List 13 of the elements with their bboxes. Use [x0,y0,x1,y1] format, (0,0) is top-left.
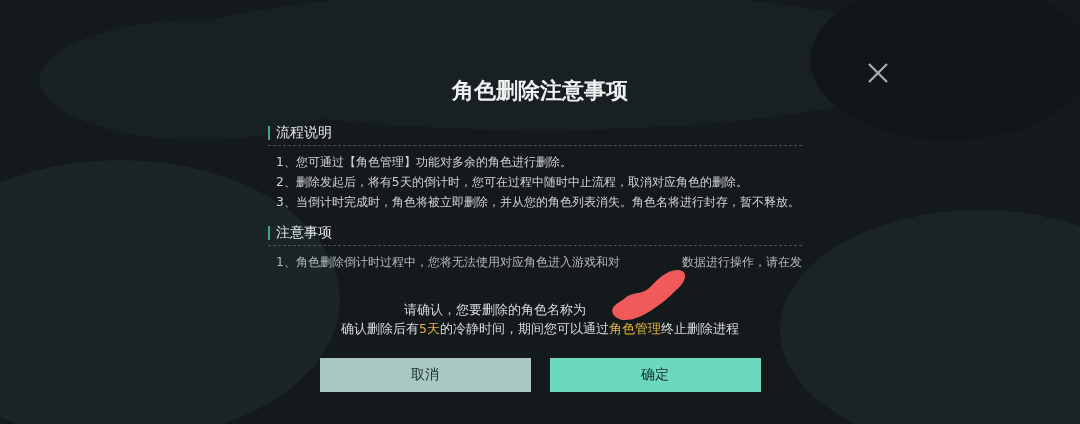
close-icon[interactable] [866,61,890,85]
confirm-button[interactable]: 确定 [549,358,761,392]
cancel-button[interactable]: 取消 [319,358,531,392]
notice-text: 1、角色删除倒计时过程中，您将无法使用对应角色进入游戏和对 [276,254,620,271]
notice-text: 3、当倒计时完成时，角色将被立即删除，并从您的角色列表消失。角色名将进行封存，暂不释放。 [276,194,800,211]
notice-text: 数据进行操作，请在发 [682,254,802,271]
notice-text: 2、删除发起后，将有5天的倒计时，您可在过程中随时中止流程，取消对应角色的删除。 [276,174,748,191]
notice-text: 1、您可通过【角色管理】功能对多余的角色进行删除。 [276,154,572,171]
confirm-prompt: 请确认，您要删除的角色名称为 [404,301,587,319]
section-heading: 流程说明 [276,124,332,142]
cooldown-notice: 确认删除后有5天的冷静时间，期间您可以通过角色管理终止删除进程 [341,320,739,338]
dialog-title: 角色删除注意事项 [452,77,628,105]
section-heading: 注意事项 [276,224,332,242]
